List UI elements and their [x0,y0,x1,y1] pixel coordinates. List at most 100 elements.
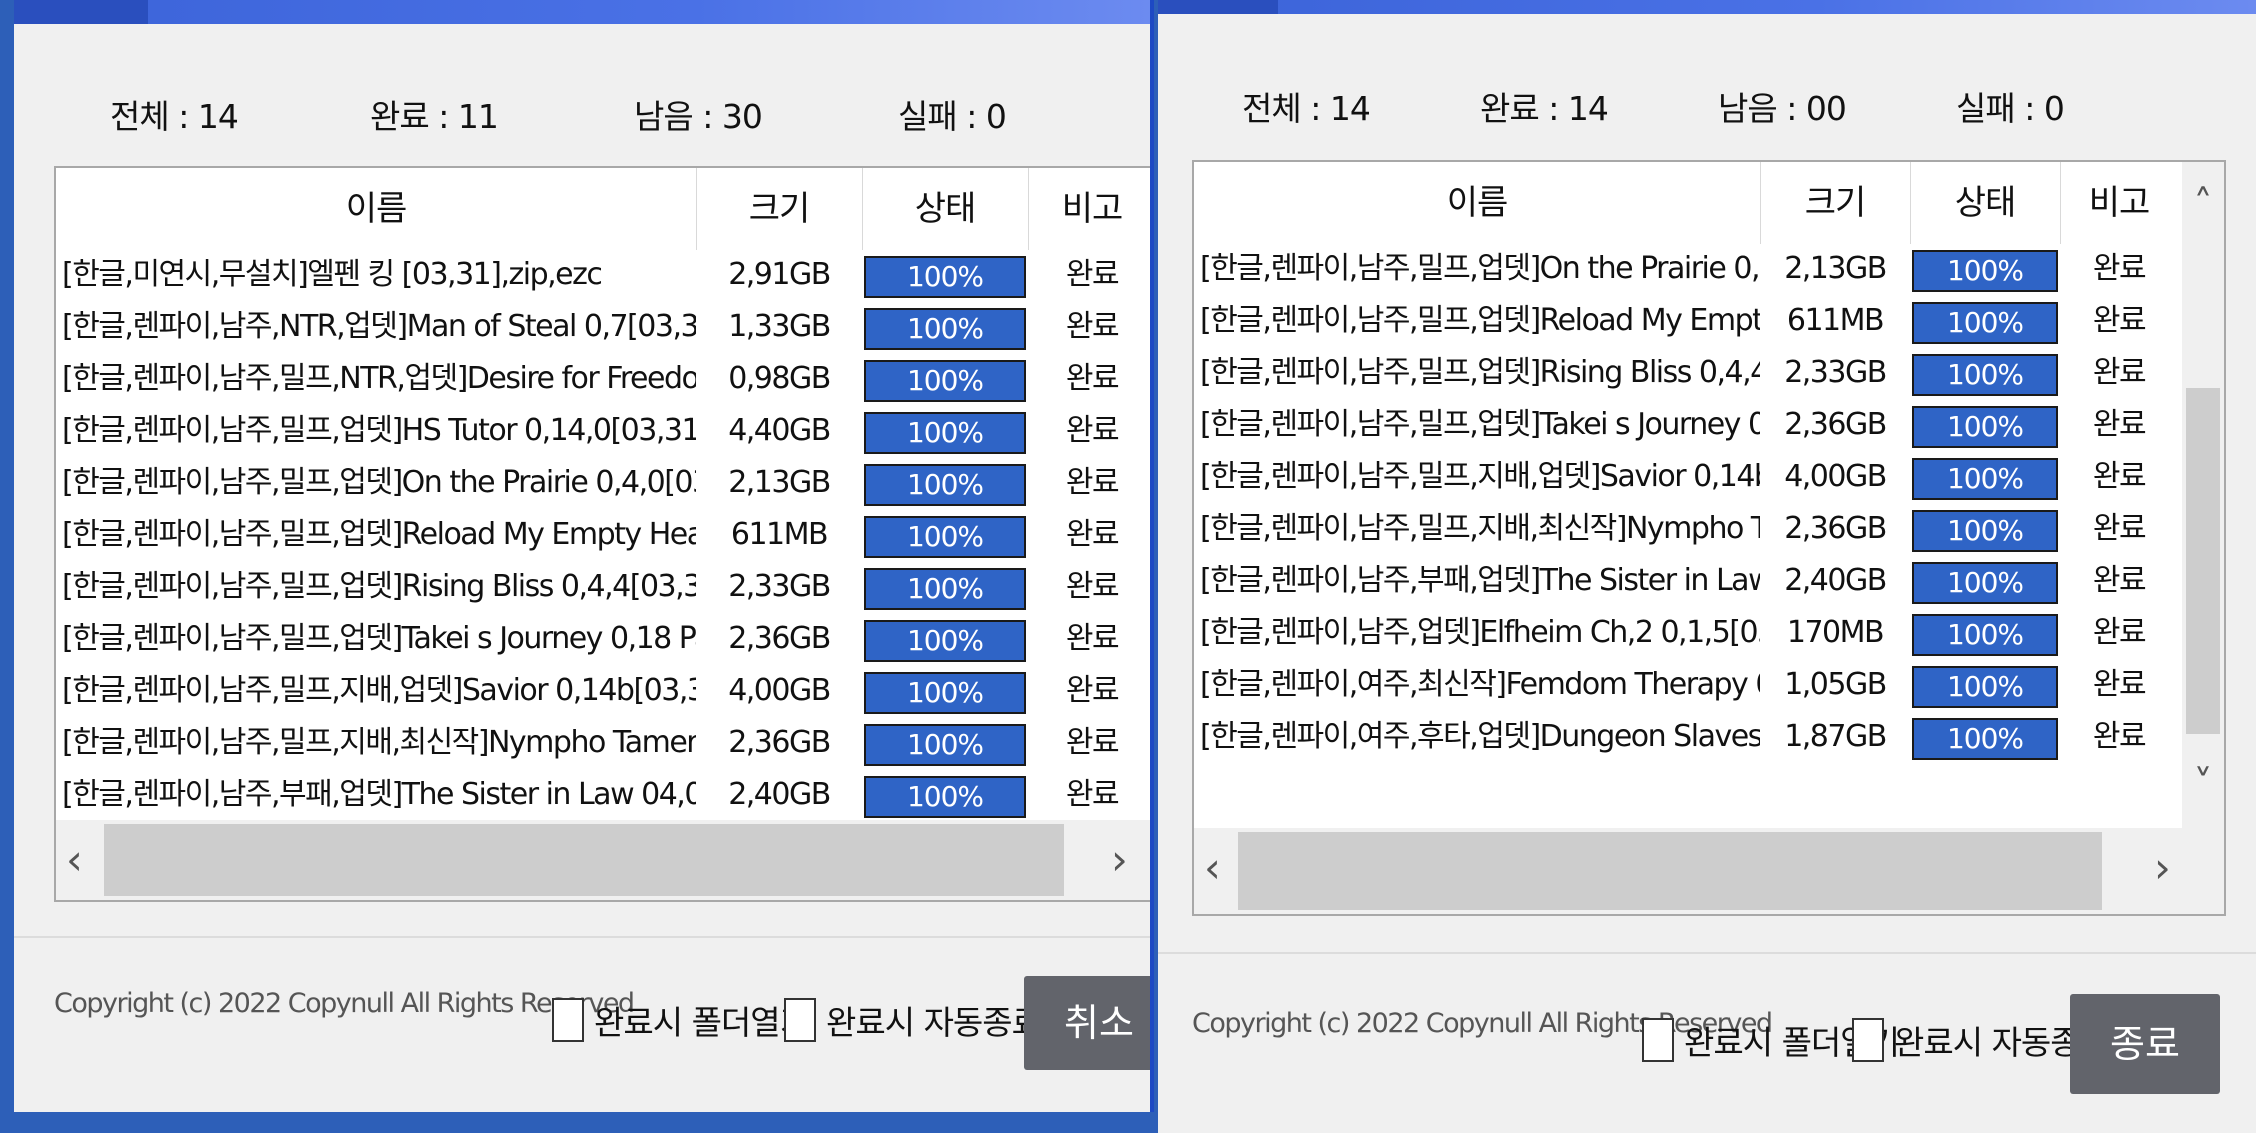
column-header-note[interactable]: 비고 [2060,162,2178,244]
list-item[interactable]: [한글,렌파이,남주,NTR,업뎃]Man of Steal 0,7[03,31… [56,302,1150,354]
list-item[interactable]: [한글,렌파이,남주,밀프,지배,업뎃]Savior 0,14b[03,31],… [56,666,1150,718]
list-item[interactable]: [한글,렌파이,남주,밀프,지배,최신작]Nympho Tamer 0,3[03… [1194,504,2178,556]
file-size: 2,36GB [1784,407,1887,442]
progress-bar: 100% [1912,718,2058,760]
file-size: 2,33GB [728,569,831,604]
file-name: [한글,렌파이,남주,밀프,업뎃]Rising Bliss 0,4,4[03,3… [1200,355,1760,390]
checkbox-auto-close[interactable]: 완료시 자동종료 [784,996,1042,1044]
list-item[interactable]: [한글,렌파이,남주,밀프,지배,업뎃]Savior 0,14b[03,31],… [1194,452,2178,504]
horizontal-scrollbar[interactable]: ‹ › [1194,828,2224,914]
file-size: 1,05GB [1784,667,1887,702]
file-size: 2,36GB [1784,511,1887,546]
copyright-text: Copyright (c) 2022 Copynull All Rights R… [54,988,635,1019]
list-item[interactable]: [한글,렌파이,남주,밀프,업뎃]Takei s Journey 0,18 Pa… [1194,400,2178,452]
file-size: 1,33GB [728,309,831,344]
vertical-scrollbar[interactable]: ˄ ˅ [2182,162,2224,828]
file-name: [한글,렌파이,남주,밀프,업뎃]Takei s Journey 0,18 Pa… [62,621,696,656]
file-name: [한글,렌파이,남주,밀프,지배,최신작]Nympho Tamer 0,3[03… [62,725,696,760]
list-item[interactable]: [한글,렌파이,남주,밀프,업뎃]On the Prairie 0,4,0[03… [56,458,1150,510]
file-size: 170MB [1786,615,1885,650]
status-note: 완료 [1065,361,1120,396]
checkbox-open-folder[interactable]: 완료시 폴더열기 [552,996,810,1044]
list-item[interactable]: [한글,렌파이,남주,부패,업뎃]The Sister in Law 04,09… [1194,556,2178,608]
scroll-left-arrow-icon[interactable]: ‹ [66,824,83,896]
column-header-status[interactable]: 상태 [1910,162,2061,244]
title-bar[interactable] [1158,0,2256,14]
file-size: 2,36GB [728,621,831,656]
list-item[interactable]: [한글,렌파이,여주,최신작]Femdom Therapy 0,0,1[03,3… [1194,660,2178,712]
column-header-size[interactable]: 크기 [696,168,863,250]
scroll-thumb[interactable] [1238,832,2102,910]
progress-bar: 100% [1912,354,2058,396]
scroll-left-arrow-icon[interactable]: ‹ [1204,832,1221,904]
scroll-thumb[interactable] [104,824,1064,896]
file-name: [한글,미연시,무설치]엘펜 킹 [03,31],zip,ezc [62,257,603,292]
progress-bar: 100% [1912,562,2058,604]
status-note: 완료 [2092,355,2147,390]
file-size: 2,36GB [728,725,831,760]
list-item[interactable]: [한글,렌파이,남주,밀프,업뎃]Rising Bliss 0,4,4[03,3… [56,562,1150,614]
file-size: 2,13GB [1784,251,1887,286]
list-header: 이름 크기 상태 비고 [56,168,1150,250]
scroll-down-arrow-icon[interactable]: ˅ [2182,762,2224,806]
column-header-size[interactable]: 크기 [1760,162,1911,244]
download-window-right: 전체 : 14 완료 : 14 남음 : 00 실패 : 0 이름 크기 상태 … [1158,0,2256,1133]
scroll-thumb[interactable] [2186,388,2220,734]
status-note: 완료 [2092,459,2147,494]
file-size: 4,00GB [728,673,831,708]
file-size: 2,40GB [1784,563,1887,598]
file-list[interactable]: 이름 크기 상태 비고 [한글,렌파이,남주,밀프,업뎃]On the Prai… [1192,160,2226,916]
cancel-button[interactable]: 취소 [1024,976,1150,1070]
file-name: [한글,렌파이,남주,밀프,지배,업뎃]Savior 0,14b[03,31],… [1200,459,1760,494]
checkbox-box[interactable] [784,998,816,1042]
stat-total: 전체 : 14 [110,97,239,136]
list-item[interactable]: [한글,렌파이,여주,후타,업뎃]Dungeon Slaves 0,64[03,… [1194,712,2178,764]
list-item[interactable]: [한글,렌파이,남주,밀프,지배,최신작]Nympho Tamer 0,3[03… [56,718,1150,770]
status-note: 완료 [1065,621,1120,656]
title-bar[interactable] [14,0,1150,24]
scroll-up-arrow-icon[interactable]: ˄ [2182,182,2224,226]
progress-bar: 100% [1912,406,2058,448]
checkbox-box[interactable] [552,998,584,1042]
checkbox-box[interactable] [1642,1018,1674,1062]
footer-divider [1158,952,2256,954]
progress-bar: 100% [864,724,1026,766]
progress-bar: 100% [1912,250,2058,292]
stat-total: 전체 : 14 [1242,89,1371,128]
scroll-right-arrow-icon[interactable]: › [2154,832,2171,904]
scroll-right-arrow-icon[interactable]: › [1111,824,1128,896]
file-list[interactable]: 이름 크기 상태 비고 [한글,미연시,무설치]엘펜 킹 [03,31],zip… [54,166,1150,902]
list-item[interactable]: [한글,렌파이,남주,밀프,업뎃]Takei s Journey 0,18 Pa… [56,614,1150,666]
column-header-status[interactable]: 상태 [862,168,1029,250]
stat-remaining: 남음 : 00 [1718,89,1847,128]
column-header-name[interactable]: 이름 [1194,162,1761,244]
status-note: 완료 [1065,517,1120,552]
progress-bar: 100% [1912,458,2058,500]
list-item[interactable]: [한글,렌파이,남주,밀프,업뎃]Reload My Empty Heart 0… [1194,296,2178,348]
checkbox-label: 완료시 폴더열기 [594,1003,810,1042]
column-header-name[interactable]: 이름 [56,168,697,250]
file-name: [한글,렌파이,남주,NTR,업뎃]Man of Steal 0,7[03,31… [62,309,696,344]
progress-bar: 100% [864,256,1026,298]
file-size: 2,91GB [728,257,831,292]
list-item[interactable]: [한글,렌파이,남주,밀프,업뎃]Rising Bliss 0,4,4[03,3… [1194,348,2178,400]
status-note: 완료 [1065,569,1120,604]
progress-bar: 100% [864,308,1026,350]
checkbox-box[interactable] [1852,1018,1884,1062]
list-item[interactable]: [한글,미연시,무설치]엘펜 킹 [03,31],zip,ezc 2,91GB 10… [56,250,1150,302]
file-name: [한글,렌파이,남주,밀프,업뎃]Takei s Journey 0,18 Pa… [1200,407,1760,442]
list-item[interactable]: [한글,렌파이,남주,부패,업뎃]The Sister in Law 04,09… [56,770,1150,822]
list-item[interactable]: [한글,렌파이,남주,밀프,업뎃]HS Tutor 0,14,0[03,31][… [56,406,1150,458]
list-item[interactable]: [한글,렌파이,남주,밀프,NTR,업뎃]Desire for Freedom … [56,354,1150,406]
file-name: [한글,렌파이,남주,업뎃]Elfheim Ch,2 0,1,5[03,31],… [1200,615,1760,650]
list-header: 이름 크기 상태 비고 [1194,162,2224,244]
list-item[interactable]: [한글,렌파이,남주,밀프,업뎃]On the Prairie 0,4,0[03… [1194,244,2178,296]
list-item[interactable]: [한글,렌파이,남주,밀프,업뎃]Reload My Empty Heart 0… [56,510,1150,562]
column-header-note[interactable]: 비고 [1028,168,1150,250]
file-size: 4,40GB [728,413,831,448]
close-button[interactable]: 종료 [2070,994,2220,1094]
list-item[interactable]: [한글,렌파이,남주,업뎃]Elfheim Ch,2 0,1,5[03,31],… [1194,608,2178,660]
file-name: [한글,렌파이,여주,최신작]Femdom Therapy 0,0,1[03,3… [1200,667,1760,702]
horizontal-scrollbar[interactable]: ‹ › [56,820,1150,900]
progress-bar: 100% [864,464,1026,506]
